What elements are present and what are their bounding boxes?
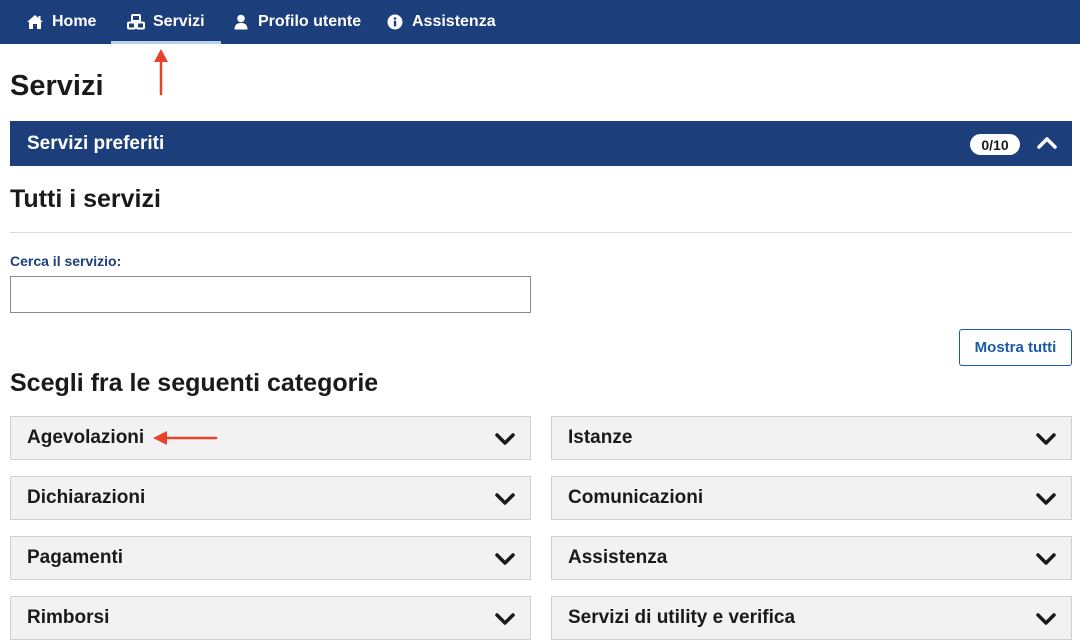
category-label: Dichiarazioni	[27, 487, 146, 508]
chevron-down-icon	[494, 428, 516, 450]
category-assistenza[interactable]: Assistenza	[551, 536, 1072, 580]
category-servizi-di-utility-e-verifica[interactable]: Servizi di utility e verifica	[551, 596, 1072, 640]
chevron-down-icon	[1035, 608, 1057, 630]
info-icon	[386, 13, 404, 31]
nav-item-home[interactable]: Home	[26, 0, 96, 44]
chevron-down-icon	[1035, 548, 1057, 570]
favorites-title: Servizi preferiti	[27, 132, 165, 154]
search-input[interactable]	[10, 276, 531, 313]
favorites-accordion-header[interactable]: Servizi preferiti 0/10	[10, 121, 1072, 166]
section-divider	[10, 232, 1072, 233]
chevron-down-icon	[1035, 488, 1057, 510]
user-icon	[232, 13, 250, 31]
category-agevolazioni[interactable]: Agevolazioni	[10, 416, 531, 460]
chevron-up-icon[interactable]	[1036, 132, 1058, 154]
categories-title: Scegli fra le seguenti categorie	[10, 369, 379, 397]
chevron-down-icon	[1035, 428, 1057, 450]
services-icon	[127, 13, 145, 31]
nav-item-label: Assistenza	[412, 13, 496, 30]
chevron-down-icon	[494, 608, 516, 630]
category-label: Pagamenti	[27, 547, 124, 568]
all-services-title: Tutti i servizi	[10, 185, 161, 213]
category-dichiarazioni[interactable]: Dichiarazioni	[10, 476, 531, 520]
chevron-down-icon	[494, 488, 516, 510]
nav-item-servizi[interactable]: Servizi	[111, 0, 221, 44]
annotation-arrow-up-icon	[154, 49, 168, 96]
category-label: Assistenza	[568, 547, 668, 568]
nav-item-label: Servizi	[153, 13, 205, 30]
category-comunicazioni[interactable]: Comunicazioni	[551, 476, 1072, 520]
nav-item-label: Home	[52, 13, 97, 30]
category-label: Servizi di utility e verifica	[568, 607, 796, 628]
search-label: Cerca il servizio:	[10, 253, 122, 269]
top-navigation: Home Servizi Profilo utente Assistenza	[0, 0, 1080, 44]
category-label: Istanze	[568, 427, 633, 448]
category-istanze[interactable]: Istanze	[551, 416, 1072, 460]
nav-item-profilo-utente[interactable]: Profilo utente	[232, 0, 361, 44]
category-pagamenti[interactable]: Pagamenti	[10, 536, 531, 580]
category-label: Comunicazioni	[568, 487, 704, 508]
home-icon	[26, 13, 44, 31]
page-title: Servizi	[10, 70, 104, 102]
show-all-button[interactable]: Mostra tutti	[959, 329, 1072, 366]
favorites-count-badge: 0/10	[970, 134, 1020, 155]
nav-item-assistenza[interactable]: Assistenza	[386, 0, 496, 44]
nav-item-label: Profilo utente	[258, 13, 362, 30]
chevron-down-icon	[494, 548, 516, 570]
category-rimborsi[interactable]: Rimborsi	[10, 596, 531, 640]
category-label: Agevolazioni	[27, 427, 145, 448]
category-label: Rimborsi	[27, 607, 110, 628]
